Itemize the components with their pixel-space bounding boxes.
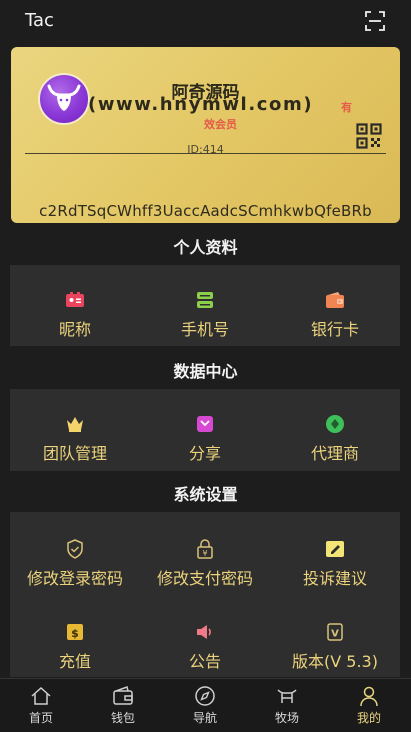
member-site: (www.hnymwl.com) <box>88 94 314 115</box>
invite-code: c2RdTSqCWhff3UaccAadcSCmhkwbQfeBRb <box>39 202 372 220</box>
svg-text:V: V <box>331 629 339 640</box>
wallet-icon <box>113 686 133 705</box>
settings-item-recharge[interactable]: $ 充值 <box>10 622 140 672</box>
agent-icon <box>326 415 344 433</box>
tab-label: 首页 <box>28 711 53 725</box>
ranch-icon <box>277 689 297 703</box>
settings-item-label: 充值 <box>58 652 91 671</box>
share-icon <box>197 416 213 432</box>
tab-mine[interactable]: 我的 <box>328 679 410 732</box>
settings-item-label: 投诉建议 <box>302 569 367 588</box>
tab-label: 钱包 <box>110 711 135 725</box>
compass-icon <box>195 686 215 706</box>
tab-home[interactable]: 首页 <box>0 679 82 732</box>
user-icon <box>360 686 378 707</box>
section-title-settings: 系统设置 <box>173 485 238 504</box>
settings-item-label: 修改登录密码 <box>26 569 123 588</box>
speaker-icon <box>197 625 211 639</box>
profile-item-nickname[interactable]: 昵称 <box>10 290 140 340</box>
profile-item-label: 手机号 <box>180 320 229 339</box>
section-title-profile: 个人资料 <box>173 238 238 257</box>
section-title-data-center: 数据中心 <box>173 362 238 381</box>
tab-wallet[interactable]: 钱包 <box>82 679 164 732</box>
svg-text:$: $ <box>71 627 79 640</box>
home-icon <box>31 686 51 705</box>
phone-icon <box>197 292 213 308</box>
settings-item-feedback[interactable]: 投诉建议 <box>270 539 400 589</box>
settings-panel: 修改登录密码 ¥ 修改支付密码 投诉建议 $ 充值 公告 V 版本(V 5.3) <box>10 512 400 677</box>
data-center-item-agent[interactable]: 代理商 <box>270 414 400 464</box>
tab-label: 导航 <box>192 711 217 725</box>
lock-icon: ¥ <box>197 539 213 559</box>
settings-item-version[interactable]: V 版本(V 5.3) <box>270 622 400 672</box>
member-status-part2: 效会员 <box>204 118 237 131</box>
profile-item-label: 银行卡 <box>310 320 359 339</box>
settings-item-label: 修改支付密码 <box>156 569 253 588</box>
bottom-tab-bar: 首页 钱包 导航 牧场 我的 <box>0 678 411 732</box>
profile-item-phone[interactable]: 手机号 <box>140 290 270 340</box>
version-icon: V <box>327 623 343 641</box>
scan-icon[interactable] <box>365 11 385 31</box>
wallet-icon <box>326 292 344 308</box>
settings-item-label: 公告 <box>188 652 221 671</box>
id-card-icon <box>66 292 84 307</box>
member-status-part1: 有 <box>341 101 352 114</box>
member-card: 阿奇源码 (www.hnymwl.com) 有 效会员 ID:414 c2RdT… <box>11 47 400 223</box>
data-center-item-label: 代理商 <box>310 444 359 463</box>
tab-label: 我的 <box>356 711 381 725</box>
settings-item-label: 版本(V 5.3) <box>292 652 378 671</box>
shield-icon <box>67 539 83 559</box>
tab-ranch[interactable]: 牧场 <box>246 679 328 732</box>
settings-item-login-password[interactable]: 修改登录密码 <box>10 539 140 589</box>
settings-item-announcement[interactable]: 公告 <box>140 622 270 672</box>
tab-navigation[interactable]: 导航 <box>164 679 246 732</box>
data-center-item-team[interactable]: 团队管理 <box>10 414 140 464</box>
profile-item-label: 昵称 <box>58 320 91 339</box>
data-center-item-label: 团队管理 <box>42 444 107 463</box>
tab-label: 牧场 <box>274 711 299 725</box>
crown-icon <box>67 417 83 432</box>
member-id: ID:414 <box>187 143 224 156</box>
profile-panel: 昵称 手机号 银行卡 <box>10 265 400 346</box>
settings-item-pay-password[interactable]: ¥ 修改支付密码 <box>140 539 270 589</box>
data-center-item-share[interactable]: 分享 <box>140 414 270 464</box>
app-title: Tac <box>25 10 54 31</box>
top-bar: Tac <box>0 0 411 44</box>
profile-item-bank-card[interactable]: 银行卡 <box>270 290 400 340</box>
recharge-icon: $ <box>67 624 83 640</box>
edit-icon <box>326 541 344 557</box>
svg-text:¥: ¥ <box>202 549 207 558</box>
data-center-panel: 团队管理 分享 代理商 <box>10 389 400 471</box>
data-center-item-label: 分享 <box>188 444 221 463</box>
